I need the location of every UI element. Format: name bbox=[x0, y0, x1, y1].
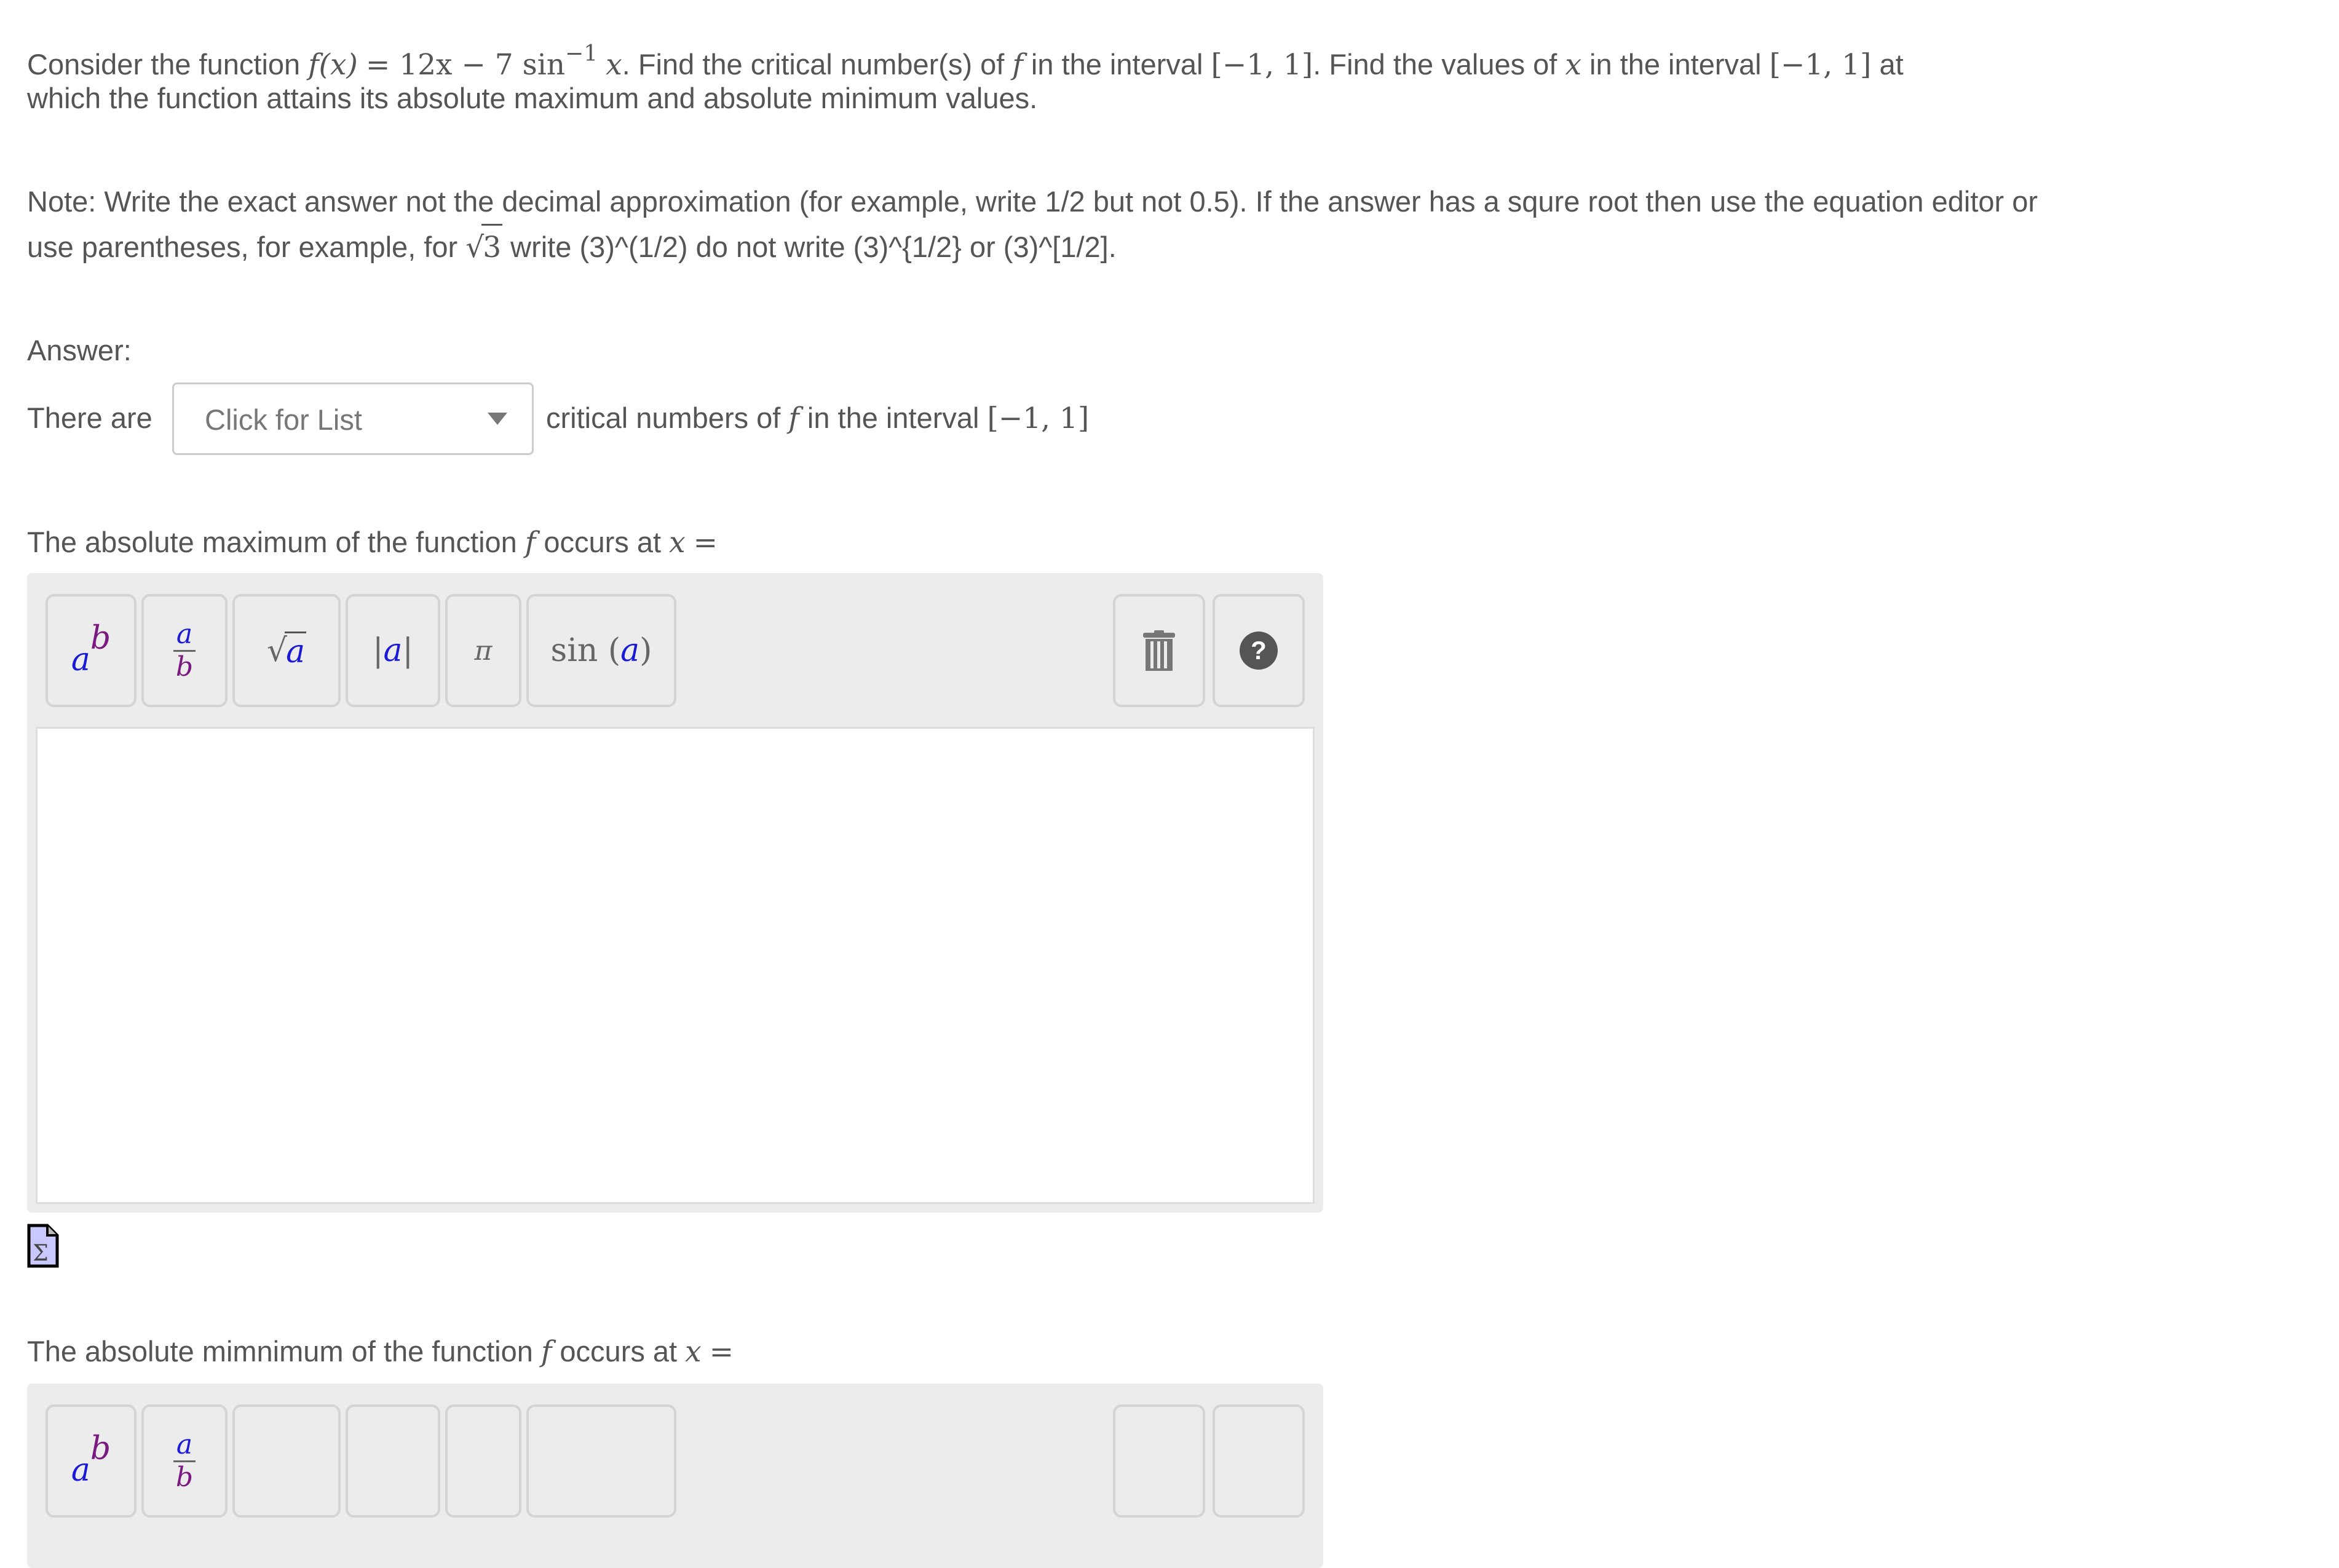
min-equation-editor: ab a b bbox=[27, 1384, 1323, 1568]
abs-bar: | bbox=[372, 632, 384, 669]
critical-count-dropdown[interactable]: Click for List bbox=[172, 382, 534, 455]
note-text: write (3)^(1/2) do not write (3)^{1/2} o… bbox=[510, 231, 1117, 263]
f-symbol: f bbox=[540, 1335, 552, 1369]
prompt-text: The absolute mimnimum of the function bbox=[27, 1335, 533, 1368]
interval: [−1, 1] bbox=[1211, 48, 1313, 82]
sqrt-arg: a bbox=[285, 631, 307, 670]
sqrt-example: √3 bbox=[465, 224, 503, 264]
pi-button[interactable]: π bbox=[445, 594, 521, 707]
power-button[interactable]: ab bbox=[46, 594, 137, 707]
sin-arg: a bbox=[620, 632, 640, 669]
fraction-button[interactable]: a b bbox=[141, 1404, 228, 1518]
note-line-2: use parentheses, for example, for √3 wri… bbox=[27, 224, 1117, 270]
power-exp: b bbox=[90, 1430, 111, 1467]
fraction-num: a bbox=[176, 1428, 193, 1460]
svg-text:Σ: Σ bbox=[33, 1241, 48, 1266]
fraction-num: a bbox=[176, 618, 193, 650]
x-symbol: x bbox=[1565, 48, 1581, 82]
help-button[interactable] bbox=[1213, 1404, 1305, 1518]
critical-text: critical numbers of bbox=[546, 402, 781, 434]
interval: [−1, 1] bbox=[1769, 48, 1872, 82]
power-exp: b bbox=[90, 620, 111, 657]
abs-bar: | bbox=[402, 632, 414, 669]
help-button[interactable]: ? bbox=[1213, 594, 1305, 707]
question-text: in the interval bbox=[1589, 48, 1762, 81]
x-symbol: x bbox=[685, 1335, 702, 1369]
power-button[interactable]: ab bbox=[46, 1404, 137, 1518]
power-base: a bbox=[71, 1452, 90, 1489]
critical-text: in the interval bbox=[807, 402, 980, 434]
critical-prefix: There are bbox=[27, 402, 152, 434]
question-text: . Find the values of bbox=[1313, 48, 1557, 81]
clear-button[interactable] bbox=[1113, 594, 1205, 707]
min-prompt: The absolute mimnimum of the function f … bbox=[27, 1329, 734, 1374]
power-base: a bbox=[71, 641, 90, 678]
abs-arg: a bbox=[383, 632, 403, 669]
sqrt-button[interactable] bbox=[232, 1404, 341, 1518]
inverse-exponent: −1 bbox=[565, 41, 598, 66]
f-symbol: f bbox=[524, 526, 536, 560]
sin-button[interactable]: sin (a) bbox=[526, 594, 676, 707]
note-text: use parentheses, for example, for bbox=[27, 231, 458, 263]
max-prompt: The absolute maximum of the function f o… bbox=[27, 520, 718, 565]
prompt-text: occurs at bbox=[544, 526, 662, 558]
abs-button[interactable] bbox=[346, 1404, 440, 1518]
sin-button[interactable] bbox=[526, 1404, 676, 1518]
prompt-text: occurs at bbox=[560, 1335, 678, 1368]
dropdown-placeholder: Click for List bbox=[205, 403, 362, 436]
caret-down-icon bbox=[488, 413, 507, 425]
svg-text:?: ? bbox=[1251, 636, 1267, 665]
pi-button[interactable] bbox=[445, 1404, 521, 1518]
prompt-text: The absolute maximum of the function bbox=[27, 526, 517, 558]
f-symbol: f bbox=[788, 402, 799, 435]
sqrt-arg: 3 bbox=[481, 224, 503, 270]
fraction-button[interactable]: a b bbox=[141, 594, 228, 707]
clear-button[interactable] bbox=[1113, 1404, 1205, 1518]
max-equation-editor: ab a b √ a | a | π sin (a) ? bbox=[27, 573, 1323, 1213]
fraction-den: b bbox=[175, 651, 194, 683]
help-icon: ? bbox=[1240, 632, 1278, 670]
question-line-2: which the function attains its absolute … bbox=[27, 82, 1038, 114]
note-line-1: Note: Write the exact answer not the dec… bbox=[27, 185, 2038, 218]
trash-icon bbox=[1143, 630, 1175, 671]
critical-suffix: critical numbers of f in the interval [−… bbox=[546, 396, 1089, 441]
fraction-den: b bbox=[175, 1461, 194, 1493]
answer-label: Answer: bbox=[27, 334, 132, 366]
abs-button[interactable]: | a | bbox=[346, 594, 440, 707]
question-text: at bbox=[1879, 48, 1904, 81]
pi-icon: π bbox=[474, 635, 493, 667]
max-answer-input[interactable] bbox=[36, 727, 1315, 1204]
sin-label: sin bbox=[550, 632, 598, 669]
question-text: in the interval bbox=[1031, 48, 1203, 81]
sqrt-button[interactable]: √ a bbox=[232, 594, 341, 707]
equals-sign: = bbox=[709, 1335, 734, 1369]
equals-sign: = bbox=[693, 526, 718, 560]
interval: [−1, 1] bbox=[987, 402, 1090, 435]
x-symbol: x bbox=[669, 526, 686, 560]
equation-editor-icon[interactable]: Σ bbox=[27, 1224, 59, 1268]
